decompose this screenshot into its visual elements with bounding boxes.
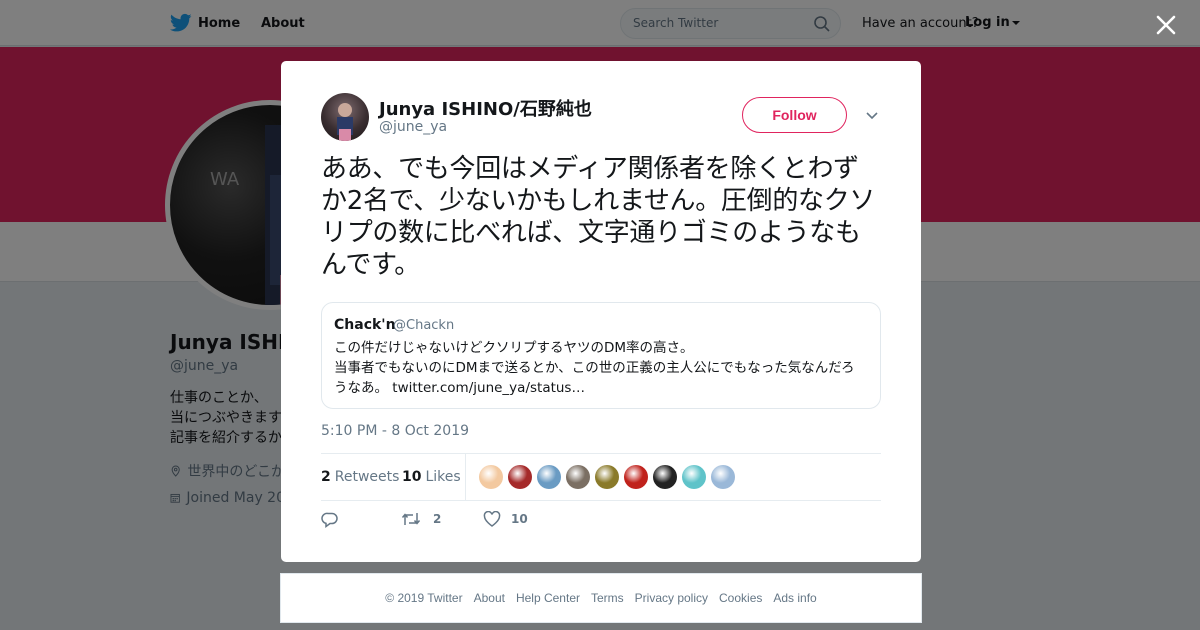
quote-author-handle: @Chackn [393,318,455,333]
author-name[interactable]: Junya ISHINO/石野純也 [379,95,592,121]
footer-copyright: © 2019 Twitter [385,591,463,605]
retweet-icon [401,513,421,525]
quote-link[interactable]: twitter.com/june_ya/status… [392,380,585,396]
liker-avatar[interactable] [624,465,648,489]
retweets-label: Retweets [334,469,400,485]
author-handle[interactable]: @june_ya [379,119,447,135]
quote-text-line: 当事者でもないのにDMまで送るとか、この世の正義の主人公にでもなった気なんだろう… [334,358,866,398]
liker-avatar[interactable] [479,465,503,489]
liker-avatar[interactable] [653,465,677,489]
liker-avatar[interactable] [537,465,561,489]
like-action-count: 10 [511,512,528,526]
likes-count: 10 [402,469,422,485]
liker-avatar[interactable] [566,465,590,489]
quote-text: この件だけじゃないけどクソリプするヤツのDM率の高さ。 当事者でもないのにDMま… [334,338,866,398]
author-photo-icon [337,103,353,141]
liker-avatar[interactable] [508,465,532,489]
close-icon[interactable] [1153,12,1179,38]
footer-privacy-link[interactable]: Privacy policy [635,591,708,605]
liker-avatars [479,465,735,489]
retweets-stat[interactable]: 2 Retweets [321,469,399,485]
like-button[interactable]: 10 [483,511,528,527]
tweet-text: ああ、でも今回はメディア関係者を除くとわずか2名で、少ないかもしれません。圧倒的… [321,154,876,280]
footer-about-link[interactable]: About [474,591,505,605]
liker-avatar[interactable] [711,465,735,489]
quoted-tweet-card[interactable]: Chack'n @Chackn この件だけじゃないけどクソリプするヤツのDM率の… [321,302,881,409]
likes-stat[interactable]: 10 Likes [402,469,461,485]
tweet-timestamp[interactable]: 5:10 PM - 8 Oct 2019 [321,423,469,439]
retweets-count: 2 [321,469,331,485]
reply-icon[interactable] [321,511,339,529]
footer: © 2019 Twitter About Help Center Terms P… [280,573,922,623]
footer-help-link[interactable]: Help Center [516,591,580,605]
chevron-down-icon[interactable] [864,107,880,123]
liker-avatar[interactable] [595,465,619,489]
liker-avatar[interactable] [682,465,706,489]
likes-label: Likes [425,469,461,485]
quote-text-line: この件だけじゃないけどクソリプするヤツのDM率の高さ。 [334,340,694,356]
heart-icon [483,511,501,527]
tweet-actions: 2 10 [321,511,881,533]
follow-button[interactable]: Follow [742,97,847,133]
stats-divider [465,454,466,500]
footer-terms-link[interactable]: Terms [591,591,624,605]
tweet-modal: Junya ISHINO/石野純也 @june_ya Follow ああ、でも今… [281,61,921,562]
footer-cookies-link[interactable]: Cookies [719,591,762,605]
footer-ads-link[interactable]: Ads info [773,591,816,605]
tweet-stats: 2 Retweets 10 Likes [321,453,881,501]
retweet-button[interactable]: 2 [401,511,441,527]
author-avatar[interactable] [321,93,369,141]
retweet-action-count: 2 [433,512,442,526]
quote-author-name: Chack'n [334,317,396,333]
